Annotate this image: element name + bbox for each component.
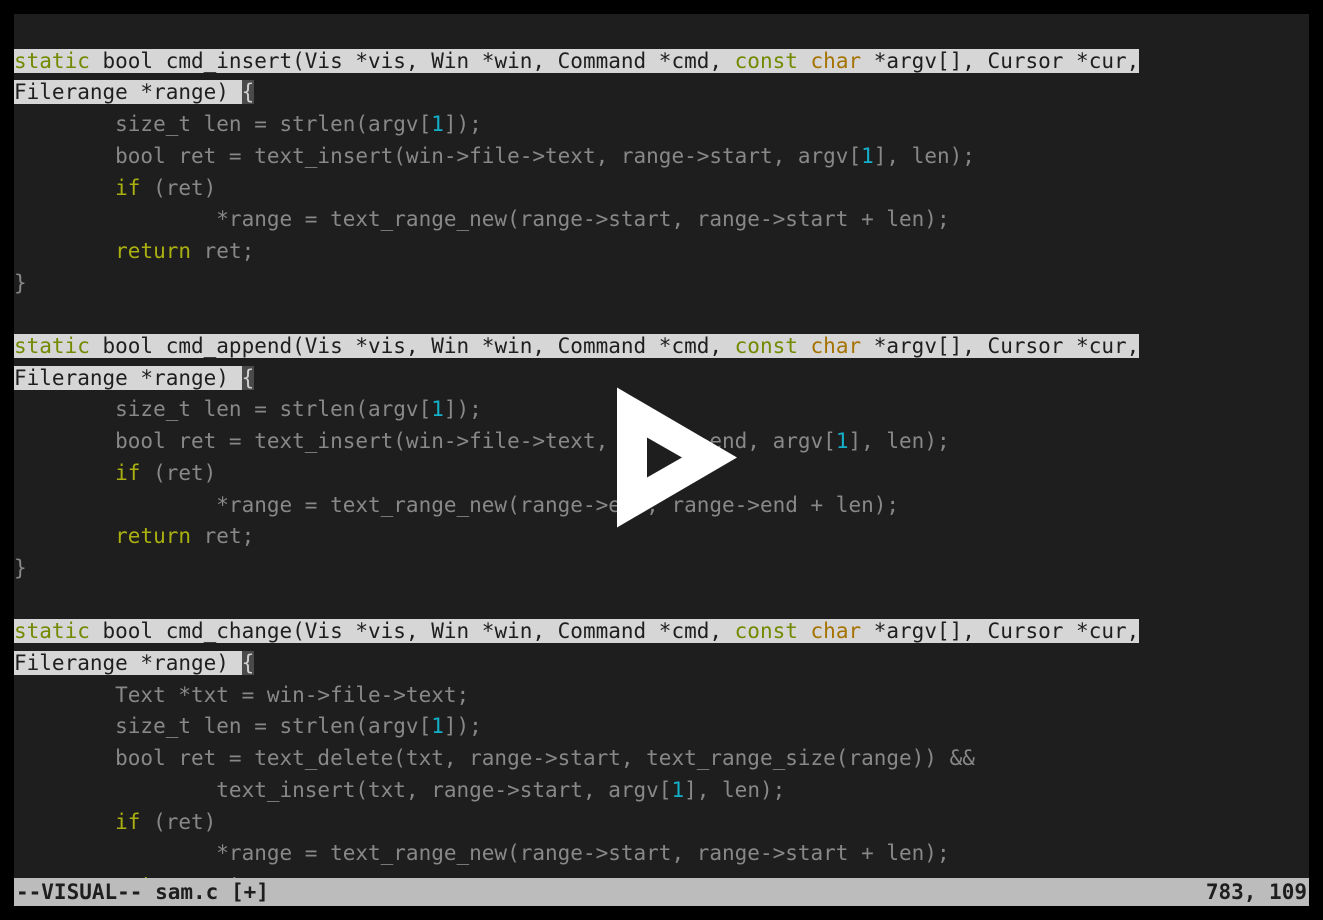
- play-button[interactable]: [562, 358, 762, 563]
- code-line: [14, 524, 115, 548]
- type-char: char: [811, 619, 862, 643]
- filename: sam.c: [155, 880, 218, 904]
- code-line: size_t len = strlen(argv[: [14, 397, 431, 421]
- code-line: [14, 176, 115, 200]
- selection: static bool cmd_insert(Vis *vis, Win *wi…: [14, 49, 1139, 73]
- keyword-const: const: [735, 619, 798, 643]
- code-line: bool ret = text_insert(win->file->text, …: [14, 144, 861, 168]
- code-line: [14, 461, 115, 485]
- code-line: *range = text_range_new(range->start, ra…: [14, 207, 950, 231]
- keyword-const: const: [735, 334, 798, 358]
- type-char: char: [811, 49, 862, 73]
- code-line: [14, 239, 115, 263]
- status-bar: --VISUAL-- sam.c [+] 783, 109: [14, 878, 1309, 906]
- brace-highlight: {: [242, 80, 255, 104]
- selection: Filerange *range): [14, 651, 242, 675]
- code-line: }: [14, 556, 27, 580]
- brace-highlight: {: [242, 651, 255, 675]
- type-char: char: [811, 334, 862, 358]
- code-line: size_t len = strlen(argv[: [14, 112, 431, 136]
- code-line: }: [14, 271, 27, 295]
- selection: static bool cmd_change(Vis *vis, Win *wi…: [14, 619, 1139, 643]
- cursor-position: 783, 109: [1206, 878, 1307, 906]
- code-line: *range = text_range_new(range->end, rang…: [14, 493, 899, 517]
- play-icon: [562, 358, 762, 558]
- code-line: *range = text_range_new(range->start, ra…: [14, 841, 950, 865]
- brace-highlight: {: [242, 366, 255, 390]
- selection: Filerange *range): [14, 80, 242, 104]
- keyword-const: const: [735, 49, 798, 73]
- code-line: text_insert(txt, range->start, argv[: [14, 778, 671, 802]
- code-line: [14, 810, 115, 834]
- keyword-static: static: [14, 49, 90, 73]
- selection: static bool cmd_append(Vis *vis, Win *wi…: [14, 334, 1139, 358]
- code-line: bool ret = text_delete(txt, range->start…: [14, 746, 975, 770]
- selection: Filerange *range): [14, 366, 242, 390]
- keyword-static: static: [14, 619, 90, 643]
- mode-indicator: --VISUAL--: [16, 880, 142, 904]
- status-left: --VISUAL-- sam.c [+]: [16, 878, 269, 906]
- code-line: size_t len = strlen(argv[: [14, 714, 431, 738]
- modified-flag: [+]: [231, 880, 269, 904]
- keyword-static: static: [14, 334, 90, 358]
- code-line: Text *txt = win->file->text;: [14, 683, 469, 707]
